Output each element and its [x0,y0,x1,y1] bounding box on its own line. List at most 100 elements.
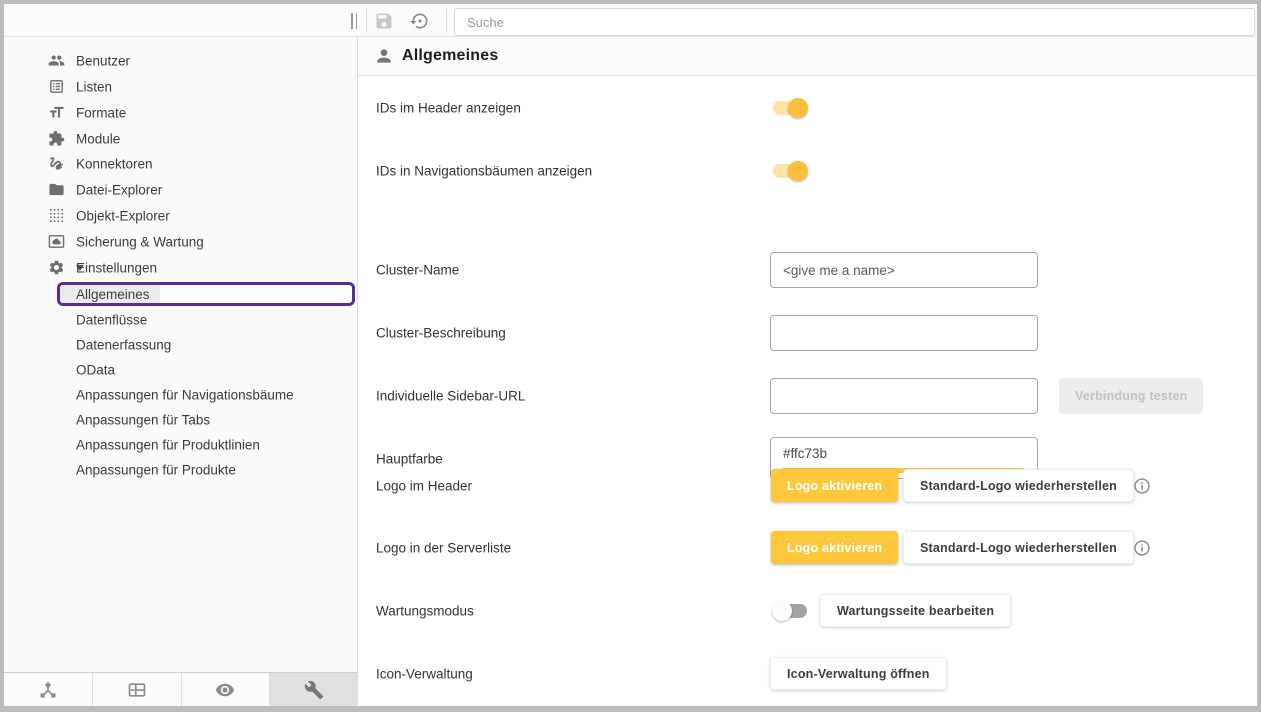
sidebar-item-label: Benutzer [76,54,130,69]
wrench-icon [304,680,324,700]
sidebar-item-anpassungen-produkte[interactable]: Anpassungen für Produkte [4,457,357,482]
sidebar-item-label: Module [76,132,120,147]
settings-row: Logo in der Serverliste Logo aktivieren … [358,528,1257,568]
sidebar-item-odata[interactable]: OData [4,357,357,382]
list-icon [48,78,65,95]
ids-navtree-toggle[interactable] [772,161,808,181]
sidebar-item-label: Datei-Explorer [76,183,162,198]
backup-icon [48,233,65,250]
sidebar-item-anpassungen-navigationsbaeume[interactable]: Anpassungen für Navigationsbäume [4,382,357,407]
sidebar-item-label: Allgemeines [60,285,160,303]
toolbar-divider [366,9,367,33]
toolbar-divider [446,9,447,33]
sidebar-item-datei-explorer[interactable]: Datei-Explorer [4,177,357,203]
eye-icon [215,680,235,700]
sidebar-item-konnektoren[interactable]: Konnektoren [4,151,357,177]
sidebar-item-benutzer[interactable]: Benutzer [4,48,357,74]
restore-default-logo-button[interactable]: Standard-Logo wiederherstellen [903,469,1134,502]
row-label: Cluster-Beschreibung [376,326,506,341]
info-icon[interactable] [1133,539,1151,557]
edit-maintenance-page-button[interactable]: Wartungsseite bearbeiten [820,594,1011,627]
sidebar-item-datenfluesse[interactable]: Datenflüsse [4,307,357,332]
page-title: Allgemeines [402,47,498,65]
toolbar [4,4,1257,37]
sidebar-item-label: Datenerfassung [76,337,171,352]
main-color-input[interactable] [771,441,1037,465]
sidebar-item-label: Anpassungen für Navigationsbäume [76,387,294,402]
panel-icon [127,680,147,700]
main-panel: Allgemeines IDs im Header anzeigen IDs i… [358,37,1257,706]
sidebar-item-label: Sicherung & Wartung [76,235,204,250]
sidebar-item-label: Formate [76,106,126,121]
main-header: Allgemeines [358,37,1257,76]
restore-icon[interactable] [410,11,430,31]
format-size-icon [48,104,65,121]
device-hub-icon [38,680,58,700]
sidebar-item-label: Objekt-Explorer [76,209,170,224]
drag-handle-icon[interactable] [348,13,360,29]
sidebar-item-objekt-explorer[interactable]: Objekt-Explorer [4,203,357,229]
sidebar-item-module[interactable]: Module [4,126,357,152]
sidebar-item-label: Anpassungen für Produkte [76,462,236,477]
row-label: Logo in der Serverliste [376,541,511,556]
save-icon[interactable] [374,11,394,31]
sidebar-item-datenerfassung[interactable]: Datenerfassung [4,332,357,357]
sidebar-item-label: Listen [76,80,112,95]
test-connection-button[interactable]: Verbindung testen [1059,378,1203,414]
folder-icon [48,181,65,198]
dot-grid-icon [48,207,65,224]
sidebar: Benutzer Listen Formate Module Konnektor… [4,37,358,672]
row-label: Wartungsmodus [376,604,474,619]
tab-preview[interactable] [182,673,271,706]
ids-header-toggle[interactable] [772,98,808,118]
sidebar-item-listen[interactable]: Listen [4,74,357,100]
row-label: Cluster-Name [376,263,459,278]
bottom-tabbar [4,672,358,706]
cluster-name-input[interactable] [770,252,1038,288]
puzzle-icon [48,130,65,147]
tab-tools[interactable] [270,673,358,706]
tab-structure[interactable] [4,673,93,706]
users-icon [48,52,65,69]
settings-row: Cluster-Beschreibung [358,313,1257,353]
person-icon [374,46,394,66]
row-label: Hauptfarbe [376,451,443,466]
sidebar-item-sicherung-wartung[interactable]: Sicherung & Wartung [4,229,357,255]
sidebar-item-label: OData [76,362,115,377]
row-label: Individuelle Sidebar-URL [376,389,525,404]
info-icon[interactable] [1133,477,1151,495]
row-label: Logo im Header [376,479,472,494]
sidebar-item-label: Anpassungen für Tabs [76,412,210,427]
row-label: IDs im Header anzeigen [376,101,521,116]
activate-logo-button[interactable]: Logo aktivieren [771,531,898,564]
search-input[interactable] [454,8,1255,36]
app-window: Benutzer Listen Formate Module Konnektor… [0,0,1261,712]
settings-row: Icon-Verwaltung Icon-Verwaltung öffnen [358,654,1257,694]
gear-icon [48,259,65,276]
maintenance-mode-toggle[interactable] [772,601,808,621]
settings-row: Logo im Header Logo aktivieren Standard-… [358,466,1257,506]
settings-row: Wartungsmodus Wartungsseite bearbeiten [358,591,1257,631]
sidebar-item-label: Datenflüsse [76,312,147,327]
settings-row: IDs in Navigationsbäumen anzeigen [358,151,1257,191]
row-label: Icon-Verwaltung [376,667,473,682]
sidebar-item-anpassungen-produktlinien[interactable]: Anpassungen für Produktlinien [4,432,357,457]
activate-logo-button[interactable]: Logo aktivieren [771,469,898,502]
connector-icon [48,155,65,172]
sidebar-item-label: Konnektoren [76,157,153,172]
tab-layout[interactable] [93,673,182,706]
sidebar-item-label: Einstellungen [76,261,157,276]
cluster-description-input[interactable] [770,315,1038,351]
settings-row: IDs im Header anzeigen [358,88,1257,128]
sidebar-item-formate[interactable]: Formate [4,100,357,126]
sidebar-item-label: Anpassungen für Produktlinien [76,437,260,452]
sidebar-item-anpassungen-tabs[interactable]: Anpassungen für Tabs [4,407,357,432]
sidebar-item-einstellungen[interactable]: Einstellungen [4,255,357,281]
restore-default-logo-button[interactable]: Standard-Logo wiederherstellen [903,531,1134,564]
row-label: IDs in Navigationsbäumen anzeigen [376,164,592,179]
open-icon-management-button[interactable]: Icon-Verwaltung öffnen [770,657,947,690]
sidebar-url-input[interactable] [770,378,1038,414]
sidebar-item-allgemeines-selected[interactable]: Allgemeines [57,282,355,306]
settings-row: Individuelle Sidebar-URL Verbindung test… [358,376,1257,416]
settings-row: Cluster-Name [358,250,1257,290]
